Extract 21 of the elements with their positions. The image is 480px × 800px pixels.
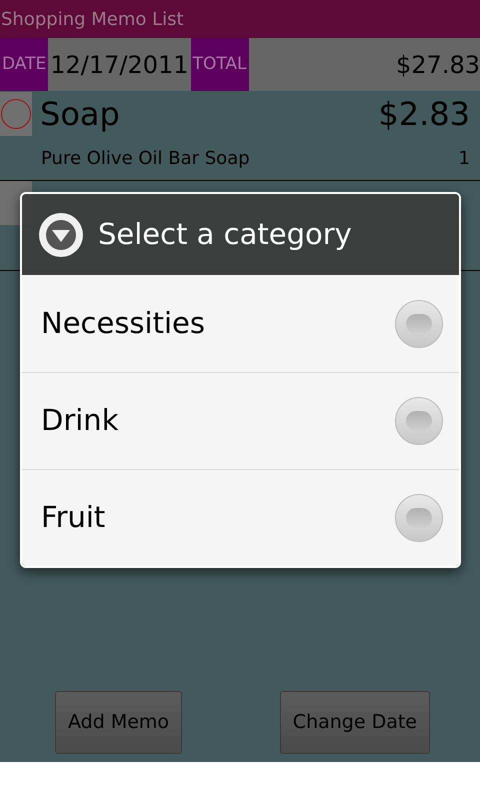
- item-quantity: 1: [458, 146, 470, 171]
- category-option[interactable]: Necessities: [22, 275, 459, 372]
- item-checkbox[interactable]: [1, 98, 31, 129]
- category-label: Necessities: [41, 304, 205, 342]
- dialog-title: Select a category: [98, 216, 352, 253]
- date-label: DATE: [0, 38, 48, 91]
- item-description: Pure Olive Oil Bar Soap: [41, 146, 250, 171]
- radio-button[interactable]: [395, 300, 443, 348]
- category-label: Drink: [41, 402, 118, 440]
- date-value: 12/17/2011: [49, 50, 190, 80]
- dropdown-icon: [38, 212, 84, 258]
- category-option[interactable]: Drink: [22, 372, 459, 469]
- app-title: Shopping Memo List: [1, 8, 184, 32]
- category-option[interactable]: Fruit: [22, 469, 459, 566]
- total-value: $27.83: [396, 50, 480, 80]
- radio-button[interactable]: [395, 494, 443, 542]
- category-label: Fruit: [41, 499, 106, 536]
- total-label: TOTAL: [190, 38, 248, 91]
- item-name: Soap: [40, 98, 120, 130]
- radio-button[interactable]: [395, 397, 443, 445]
- item-price: $2.83: [378, 98, 470, 130]
